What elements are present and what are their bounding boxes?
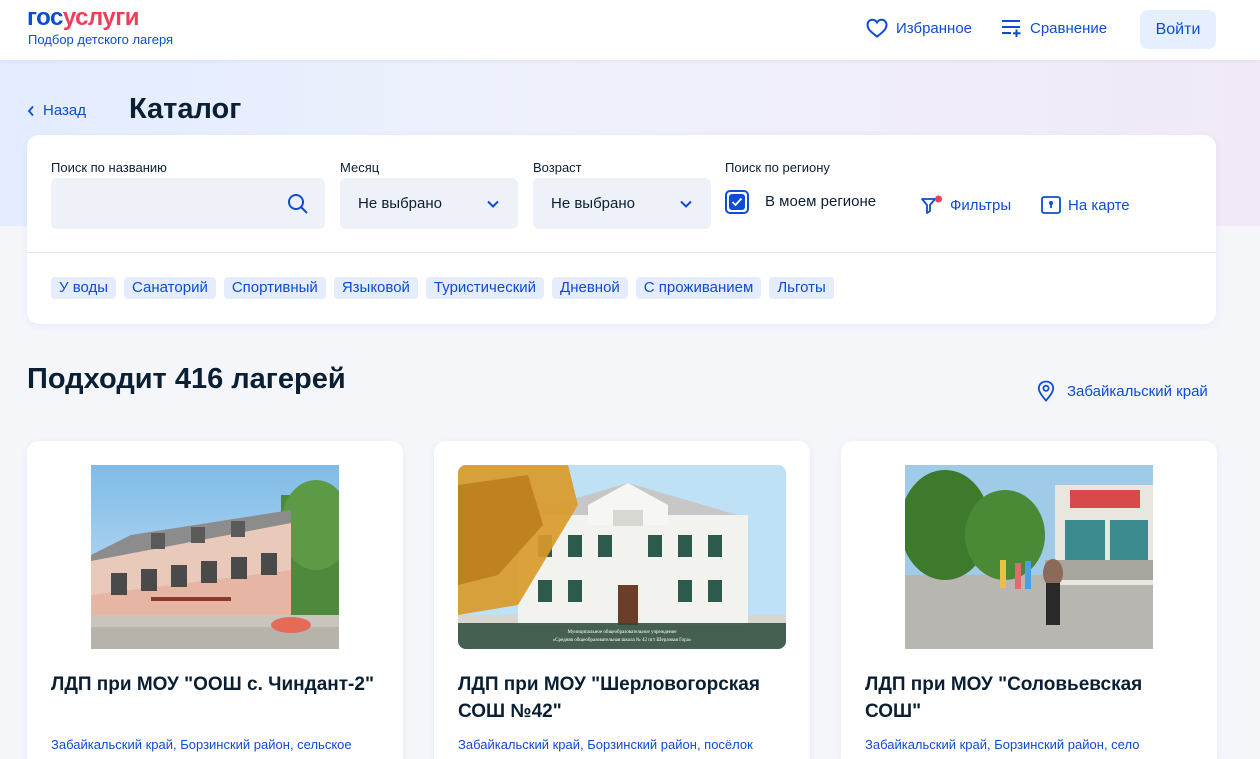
tag-day[interactable]: Дневной <box>552 277 628 299</box>
checkmark-icon <box>729 194 745 210</box>
camp-title[interactable]: ЛДП при МОУ "Соловьевская СОШ" <box>865 671 1195 725</box>
camp-title[interactable]: ЛДП при МОУ "Шерловогорская СОШ №42" <box>458 671 788 725</box>
results-count-title: Подходит 416 лагерей <box>27 363 346 395</box>
filters-label: Фильтры <box>950 196 1012 214</box>
filter-panel: Поиск по названию Месяц Не выбрано Возра… <box>27 135 1216 324</box>
tag-language[interactable]: Языковой <box>333 277 418 299</box>
search-field[interactable] <box>51 178 325 229</box>
logo-part-uslugi: услуги <box>62 4 140 31</box>
photo-caption-line-1: Муниципальное общеобразовательное учрежд… <box>567 630 677 635</box>
camp-card[interactable]: Муниципальное общеобразовательное учрежд… <box>434 441 810 759</box>
gosuslugi-logo[interactable]: госуслуги <box>27 4 140 32</box>
service-subtitle[interactable]: Подбор детского лагеря <box>28 32 173 47</box>
region-checkbox[interactable] <box>725 190 749 214</box>
camp-photo: Муниципальное общеобразовательное учрежд… <box>458 465 786 649</box>
camp-photo <box>905 465 1153 649</box>
photo-caption-line-2: «Средняя общеобразовательная школа № 42 … <box>553 637 692 643</box>
category-tags: У воды Санаторий Спортивный Языковой Тур… <box>51 277 834 299</box>
compare-link[interactable]: Сравнение <box>1000 18 1107 38</box>
tag-residential[interactable]: С проживанием <box>635 277 762 299</box>
panel-divider <box>27 252 1216 253</box>
search-label: Поиск по названию <box>51 160 167 175</box>
tag-sanatorium[interactable]: Санаторий <box>124 277 216 299</box>
tag-sport[interactable]: Спортивный <box>223 277 326 299</box>
tag-water[interactable]: У воды <box>51 277 117 299</box>
login-button[interactable]: Войти <box>1140 10 1216 49</box>
region-label: Поиск по региону <box>725 160 830 175</box>
region-selector[interactable]: Забайкальский край <box>1037 380 1208 402</box>
favorites-link[interactable]: Избранное <box>866 18 972 38</box>
filter-funnel-icon <box>921 195 942 214</box>
camp-address: Забайкальский край, Борзинский район, се… <box>51 737 352 752</box>
region-name: Забайкальский край <box>1067 382 1208 400</box>
map-label: На карте <box>1068 196 1130 214</box>
camp-address: Забайкальский край, Борзинский район, се… <box>865 737 1140 752</box>
heart-icon <box>866 18 888 38</box>
back-link[interactable]: Назад <box>27 102 86 119</box>
age-select[interactable]: Не выбрано <box>533 178 711 229</box>
tag-tourist[interactable]: Туристический <box>425 277 545 299</box>
camp-address: Забайкальский край, Борзинский район, по… <box>458 737 753 752</box>
map-button[interactable]: На карте <box>1040 195 1130 215</box>
filters-button[interactable]: Фильтры <box>920 195 1011 215</box>
camp-card[interactable]: ЛДП при МОУ "Соловьевская СОШ" Забайкаль… <box>841 441 1217 759</box>
chevron-down-icon <box>487 200 499 208</box>
favorites-label: Избранное <box>896 19 973 37</box>
month-select[interactable]: Не выбрано <box>340 178 518 229</box>
chevron-left-icon <box>27 105 34 116</box>
chevron-down-icon <box>680 200 692 208</box>
location-pin-icon <box>1037 380 1055 402</box>
age-label: Возраст <box>533 160 582 175</box>
month-value: Не выбрано <box>358 195 442 212</box>
camp-card[interactable]: ЛДП при МОУ "ООШ с. Чиндант-2" Забайкаль… <box>27 441 403 759</box>
back-label: Назад <box>43 102 86 119</box>
search-input[interactable] <box>51 178 325 229</box>
month-label: Месяц <box>340 160 380 175</box>
camp-title[interactable]: ЛДП при МОУ "ООШ с. Чиндант-2" <box>51 671 381 698</box>
compare-list-icon <box>1002 20 1021 37</box>
search-icon[interactable] <box>287 193 309 215</box>
top-header: госуслуги Подбор детского лагеря Избранн… <box>0 0 1260 60</box>
camp-photo <box>91 465 339 649</box>
logo-part-gos: гос <box>27 4 63 31</box>
tag-benefits[interactable]: Льготы <box>769 277 834 299</box>
compare-label: Сравнение <box>1030 19 1108 37</box>
page-title: Каталог <box>129 93 242 125</box>
map-icon <box>1041 196 1061 214</box>
region-checkbox-label[interactable]: В моем регионе <box>765 193 876 210</box>
age-value: Не выбрано <box>551 195 635 212</box>
